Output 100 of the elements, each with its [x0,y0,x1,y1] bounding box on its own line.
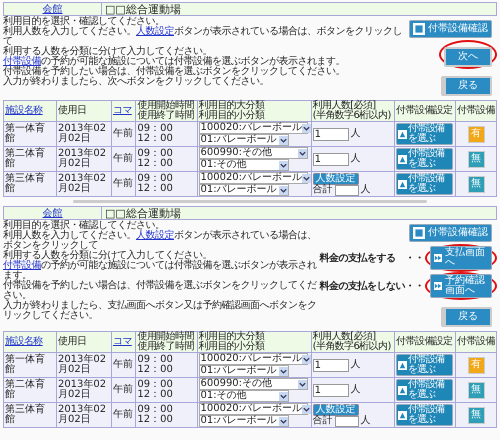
usage-date: 2013年02月02日 [58,149,108,169]
instruction-text: 利用人数を入力してください。人数設定ボタンが表示されている場合は、ボタンをクリックして [3,231,318,251]
unit-label: 人 [350,129,361,139]
people-setting-button[interactable]: 人数設定 [312,172,359,184]
purpose-dropdown[interactable]: 01:その他 [198,159,288,171]
end-time: 12：00 [137,134,174,144]
equipment-status: 無 [468,382,485,398]
purpose-dropdown[interactable]: 01:バレーボール [198,365,288,377]
usage-date: 2013年02月02日 [58,380,108,400]
total-label: 合計 [312,185,333,195]
people-input[interactable]: 1 [312,384,349,396]
select-equipment-button[interactable]: 付帯設備を選ぶ [396,354,454,376]
help-link[interactable]: 人数設定 [136,230,174,241]
caret-icon [278,186,288,194]
purpose-dropdown[interactable]: 600990:その他 [198,378,308,390]
time-slot: 午前 [112,153,133,164]
usage-date: 2013年02月02日 [58,355,108,375]
facility-name: 第二体育館 [5,148,45,169]
usage-date: 2013年02月02日 [58,405,108,425]
instruction-text: 利用目的を選択・確認してください。 [3,17,164,27]
column-header: 使用開始時間 使用終了時間 [137,332,195,352]
column-header: 使用日 [58,106,88,116]
purpose-dropdown[interactable]: 01:バレーボール [198,415,288,427]
instruction-text: 利用する人数を分類に分けて入力してください。 [3,47,212,57]
venue-link[interactable]: 会館 [42,206,62,220]
next-button[interactable]: 次へ [444,47,492,67]
facility-name: 第一体育館 [5,354,45,375]
back-button[interactable]: 戻る [441,307,492,327]
column-header: 利用目的大分類 利用目的小分類 [198,101,266,121]
caret-icon [298,148,306,158]
venue-name: □□総合運動場 [104,208,181,218]
purpose-dropdown[interactable]: 01:その他 [198,390,288,402]
column-header: 利用目的大分類 利用目的小分類 [198,332,266,352]
help-link[interactable]: 付帯設備 [3,260,41,271]
caret-icon [302,404,312,414]
column-header: 使用開始時間 使用終了時間 [137,101,195,121]
instruction-text: 付帯設備を予約したい場合は、付帯設備を選ぶボタンをクリックしてください。 [3,67,346,77]
forward-button[interactable]: 予約確認画面へ [430,274,492,298]
equipment-check-button[interactable]: 付帯設備確認 [409,224,492,242]
select-equipment-button[interactable]: 付帯設備を選ぶ [396,173,454,195]
start-time: 09：00 [137,124,174,134]
select-equipment-button[interactable]: 付帯設備を選ぶ [396,123,454,145]
instruction-text: 付帯設備の予約が可能な施設については付帯設備を選ぶボタンが表示されます。 [3,261,318,281]
caret-icon [302,124,312,132]
caret-icon [278,136,288,144]
annotation-text: 料金の支払をする ・・ [320,252,424,266]
instruction-text: 利用人数を入力してください。人数設定ボタンが表示されている場合は、ボタンをクリックして [3,27,402,47]
purpose-dropdown[interactable]: 01:バレーボール [198,184,288,196]
purpose-dropdown[interactable]: 01:バレーボール [198,134,288,146]
help-link[interactable]: 人数設定 [136,26,174,37]
instruction-text: 入力が終わりましたら、次へボタンをクリックしてください。 [3,77,270,87]
forward-button[interactable]: 支払画面へ [430,246,492,270]
column-header: 付帯設備 [457,106,495,116]
time-slot: 午前 [112,409,133,420]
end-time: 12：00 [137,365,174,375]
facility-name: 第一体育館 [5,123,45,144]
time-slot: 午前 [112,178,133,189]
people-input[interactable]: 1 [312,152,349,166]
purpose-dropdown[interactable]: 600990:その他 [198,147,308,159]
people-input[interactable]: 1 [312,128,349,140]
time-slot: 午前 [112,128,133,139]
caret-icon [278,392,288,400]
total-input[interactable] [334,184,359,196]
caret-icon [278,416,288,426]
instruction-text: 利用する人数を分類に分けて入力してください。 [3,251,212,261]
start-time: 09：00 [137,149,174,159]
double-arrow-icon [433,282,443,290]
equipment-status: 有 [468,126,485,142]
column-header: 使用日 [58,337,88,347]
equipment-check-button[interactable]: 付帯設備確認 [409,20,492,38]
usage-date: 2013年02月02日 [58,174,108,194]
instruction-text: 入力が終わりましたら、支払画面へボタン又は予約確認画面へボタンをクリックしてください。 [3,301,318,321]
column-header: 利用人数[必須] (半角数字6桁以内) [312,332,392,352]
venue-link[interactable]: 会館 [42,2,62,16]
caret-icon [302,174,312,182]
equipment-status: 無 [468,406,485,424]
start-time: 09：00 [137,405,174,415]
select-equipment-button[interactable]: 付帯設備を選ぶ [396,379,454,401]
facility-name: 第二体育館 [5,379,45,400]
time-slot: 午前 [112,384,133,395]
equipment-status: 無 [468,176,485,192]
equipment-status: 有 [468,356,485,374]
people-input[interactable]: 1 [312,358,349,372]
select-equipment-button[interactable]: 付帯設備を選ぶ [396,148,454,170]
back-button[interactable]: 戻る [441,76,492,96]
total-input[interactable] [334,416,359,426]
unit-label: 人 [360,416,371,426]
help-link[interactable]: 付帯設備 [3,56,41,67]
end-time: 12：00 [137,184,174,194]
end-time: 12：00 [137,390,174,400]
annotation-text: 料金の支払をしない・・ [320,280,424,294]
start-time: 09：00 [137,355,174,365]
unit-label: 人 [350,360,361,370]
unit-label: 人 [350,385,361,395]
facility-name: 第三体育館 [5,404,45,425]
instruction-text: 付帯設備を予約したい場合は、付帯設備を選ぶボタンをクリックしてください。 [3,281,318,301]
total-label: 合計 [312,416,333,426]
end-time: 12：00 [137,415,174,425]
people-setting-button[interactable]: 人数設定 [312,404,359,416]
select-equipment-button[interactable]: 付帯設備を選ぶ [396,404,454,426]
